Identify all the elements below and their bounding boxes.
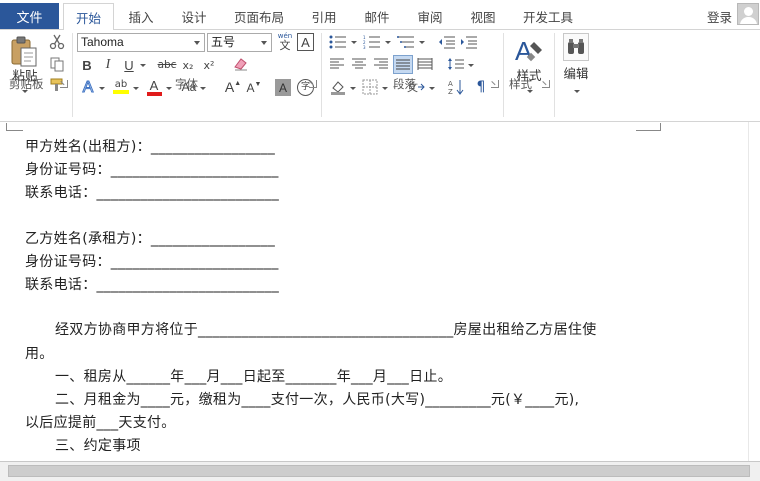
line-spacing-icon[interactable]: [447, 56, 465, 72]
styles-group-label: 样式: [509, 77, 532, 91]
styles-icon[interactable]: A: [512, 34, 546, 68]
horizontal-scroll-thumb[interactable]: [8, 465, 750, 477]
editing-button[interactable]: 编辑: [560, 66, 592, 82]
bold-button[interactable]: B: [79, 56, 95, 74]
justify-icon[interactable]: [393, 55, 413, 74]
distributed-align-icon[interactable]: [416, 56, 434, 72]
styles-launcher-icon[interactable]: [542, 80, 550, 88]
doc-line-terms-heading: 三、约定事项: [55, 438, 141, 454]
editing-dropdown-icon[interactable]: [574, 90, 580, 93]
group-separator: [321, 33, 322, 117]
tab-developer[interactable]: 开发工具: [515, 3, 581, 29]
character-shading-button[interactable]: A: [275, 79, 291, 96]
tab-references[interactable]: 引用: [303, 3, 345, 29]
line-spacing-dropdown-icon[interactable]: [468, 64, 474, 67]
phonetic-guide-icon[interactable]: wén 文: [276, 32, 294, 52]
doc-line-lessee-id: 身份证号码：_______________________: [25, 254, 279, 270]
tab-review[interactable]: 审阅: [408, 3, 452, 29]
doc-line-agreement: 经双方协商甲方将位于______________________________…: [55, 322, 597, 338]
paragraph-group-label: 段落: [393, 77, 416, 91]
shrink-font-button[interactable]: A ▼: [245, 79, 263, 97]
change-case-dropdown-icon[interactable]: [200, 87, 206, 90]
doc-line-lessee-name: 乙方姓名(承租方)：_________________: [25, 231, 276, 247]
copy-icon[interactable]: [48, 55, 66, 73]
ribbon-tab-bar: 文件 开始 插入 设计 页面布局 引用 邮件 审阅 视图 开发工具 登录: [0, 0, 760, 30]
tab-home[interactable]: 开始: [63, 3, 114, 30]
find-binoculars-icon[interactable]: [563, 33, 589, 61]
tab-mailings[interactable]: 邮件: [356, 3, 398, 29]
sort-icon[interactable]: AZ: [447, 78, 465, 96]
superscript-button[interactable]: x²: [201, 56, 217, 74]
italic-button[interactable]: I: [101, 56, 115, 74]
tab-page-layout[interactable]: 页面布局: [226, 3, 292, 29]
font-name-combo[interactable]: Tahoma: [77, 33, 205, 52]
doc-line-term: 一、租房从______年___月___日起至_______年___月___日止。: [55, 369, 452, 385]
strikethrough-button[interactable]: abc: [156, 56, 178, 74]
doc-line-agreement-cont: 用。: [25, 346, 54, 362]
underline-button[interactable]: U: [122, 56, 136, 74]
grow-font-button[interactable]: A ▲: [224, 78, 242, 96]
shading-icon[interactable]: [328, 78, 348, 96]
underline-dropdown-icon[interactable]: [140, 64, 146, 67]
group-separator: [72, 33, 73, 117]
show-formatting-marks-icon[interactable]: ¶: [473, 78, 489, 96]
svg-text:3: 3: [363, 45, 366, 49]
font-color-button[interactable]: A: [146, 77, 162, 97]
subscript-button[interactable]: x₂: [180, 56, 196, 74]
borders-dropdown-icon[interactable]: [382, 87, 388, 90]
group-separator: [554, 33, 555, 117]
align-left-icon[interactable]: [328, 56, 346, 72]
increase-indent-icon[interactable]: [460, 34, 478, 50]
font-size-combo[interactable]: 五号: [207, 33, 272, 52]
tab-insert[interactable]: 插入: [120, 3, 162, 29]
font-launcher-icon[interactable]: [309, 80, 317, 88]
numbering-dropdown-icon[interactable]: [385, 41, 391, 44]
doc-line-rent-cont: 以后应提前___天支付。: [25, 415, 176, 431]
font-color-dropdown-icon[interactable]: [166, 87, 172, 90]
align-center-icon[interactable]: [350, 56, 368, 72]
align-right-icon[interactable]: [372, 56, 390, 72]
left-margin-marker: [6, 123, 23, 131]
doc-line-lessor-name: 甲方姓名(出租方)：_________________: [25, 139, 276, 155]
document-page[interactable]: 甲方姓名(出租方)：_________________ 身份证号码：______…: [0, 132, 748, 461]
clipboard-group-label: 剪贴板: [9, 77, 44, 91]
vertical-scrollbar[interactable]: [748, 122, 760, 461]
decrease-indent-icon[interactable]: [438, 34, 456, 50]
tab-file[interactable]: 文件: [0, 3, 59, 29]
doc-line-lessor-id: 身份证号码：_______________________: [25, 162, 279, 178]
paragraph-launcher-icon[interactable]: [491, 80, 499, 88]
svg-text:A: A: [448, 80, 453, 88]
svg-text:A: A: [515, 36, 533, 66]
bullets-dropdown-icon[interactable]: [351, 41, 357, 44]
bullets-icon[interactable]: [328, 34, 348, 50]
highlight-color-button[interactable]: ab: [111, 77, 131, 97]
font-group-label: 字体: [175, 77, 198, 91]
doc-line-rent: 二、月租金为____元，缴租为____支付一次，人民币(大写)_________…: [55, 392, 580, 408]
text-effects-button[interactable]: A: [79, 78, 97, 98]
highlight-dropdown-icon[interactable]: [133, 87, 139, 90]
group-separator: [503, 33, 504, 117]
svg-text:Z: Z: [448, 88, 453, 96]
user-avatar[interactable]: [737, 3, 759, 25]
chinese-layout-dropdown-icon[interactable]: [429, 87, 435, 90]
login-link[interactable]: 登录: [707, 7, 732, 26]
borders-icon[interactable]: [361, 78, 379, 96]
cut-icon[interactable]: [48, 33, 66, 51]
numbering-icon[interactable]: 123: [362, 34, 382, 50]
tab-view[interactable]: 视图: [461, 3, 505, 29]
doc-line-lessee-phone: 联系电话：_________________________: [25, 277, 279, 293]
clipboard-launcher-icon[interactable]: [60, 80, 68, 88]
text-effects-dropdown-icon[interactable]: [99, 87, 105, 90]
multilevel-list-dropdown-icon[interactable]: [419, 41, 425, 44]
clear-formatting-icon[interactable]: [232, 55, 250, 73]
character-border-icon[interactable]: A: [297, 33, 314, 51]
right-margin-marker: [636, 123, 661, 131]
shading-dropdown-icon[interactable]: [350, 87, 356, 90]
multilevel-list-icon[interactable]: [396, 34, 416, 50]
doc-line-lessor-phone: 联系电话：_________________________: [25, 185, 279, 201]
tab-design[interactable]: 设计: [172, 3, 216, 29]
paste-icon[interactable]: [9, 36, 39, 68]
